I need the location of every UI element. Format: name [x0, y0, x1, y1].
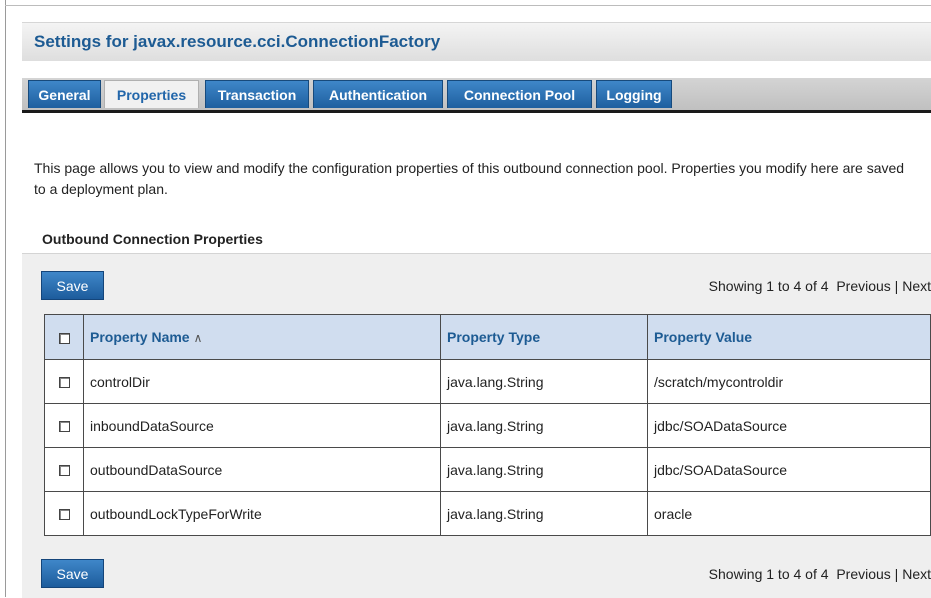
page-description: This page allows you to view and modify …: [34, 160, 905, 197]
tab-properties[interactable]: Properties: [104, 80, 199, 108]
row-checkbox[interactable]: [58, 465, 70, 477]
select-all-cell: [44, 314, 84, 360]
page-title: Settings for javax.resource.cci.Connecti…: [34, 32, 441, 51]
property-value-cell: jdbc/SOADataSource: [647, 403, 931, 448]
pagination-separator: |: [894, 566, 899, 582]
column-label-property-name: Property Name: [90, 329, 190, 345]
row-select-cell: [44, 359, 84, 404]
table-row: inboundDataSource java.lang.String jdbc/…: [44, 403, 931, 448]
previous-link[interactable]: Previous: [836, 278, 890, 294]
column-header-property-name[interactable]: Property Name ∧: [83, 314, 441, 360]
next-link[interactable]: Next: [902, 566, 931, 582]
tab-authentication[interactable]: Authentication: [313, 80, 443, 108]
column-label-property-type: Property Type: [447, 329, 541, 345]
sort-ascending-icon[interactable]: ∧: [194, 331, 203, 345]
property-name-cell: inboundDataSource: [83, 403, 441, 448]
pagination-status: Showing 1 to 4 of 4: [708, 566, 829, 582]
table-row: outboundLockTypeForWrite java.lang.Strin…: [44, 491, 931, 536]
select-all-checkbox[interactable]: [58, 332, 70, 344]
pagination-separator: |: [894, 278, 899, 294]
tab-logging[interactable]: Logging: [596, 80, 672, 108]
table-header-row: Property Name ∧ Property Type Property Va…: [44, 314, 931, 360]
property-name-cell: controlDir: [83, 359, 441, 404]
tab-transaction[interactable]: Transaction: [205, 80, 309, 108]
window-border-top: [5, 5, 931, 6]
tab-general[interactable]: General: [28, 80, 101, 108]
section-title: Outbound Connection Properties: [42, 231, 263, 247]
save-button-bottom[interactable]: Save: [41, 559, 104, 588]
next-link[interactable]: Next: [902, 278, 931, 294]
property-value-cell: /scratch/mycontroldir: [647, 359, 931, 404]
row-checkbox[interactable]: [58, 377, 70, 389]
column-header-property-type[interactable]: Property Type: [440, 314, 648, 360]
tab-connection-pool[interactable]: Connection Pool: [447, 80, 592, 108]
property-value-cell: oracle: [647, 491, 931, 536]
row-select-cell: [44, 491, 84, 536]
save-button-top[interactable]: Save: [41, 271, 104, 300]
table-row: outboundDataSource java.lang.String jdbc…: [44, 447, 931, 492]
property-value-cell: jdbc/SOADataSource: [647, 447, 931, 492]
property-type-cell: java.lang.String: [440, 491, 648, 536]
property-type-cell: java.lang.String: [440, 359, 648, 404]
column-header-property-value[interactable]: Property Value: [647, 314, 931, 360]
property-type-cell: java.lang.String: [440, 447, 648, 492]
table-row: controlDir java.lang.String /scratch/myc…: [44, 359, 931, 404]
previous-link[interactable]: Previous: [836, 566, 890, 582]
property-name-cell: outboundLockTypeForWrite: [83, 491, 441, 536]
properties-table: Property Name ∧ Property Type Property Va…: [44, 314, 931, 536]
pagination-status: Showing 1 to 4 of 4: [708, 278, 829, 294]
property-type-cell: java.lang.String: [440, 403, 648, 448]
title-bar: Settings for javax.resource.cci.Connecti…: [22, 22, 931, 61]
row-checkbox[interactable]: [58, 421, 70, 433]
column-label-property-value: Property Value: [654, 329, 753, 345]
pagination-bottom: Showing 1 to 4 of 4 Previous | Next: [709, 566, 931, 582]
row-checkbox[interactable]: [58, 509, 70, 521]
pagination-top: Showing 1 to 4 of 4 Previous | Next: [709, 278, 931, 294]
row-select-cell: [44, 403, 84, 448]
row-select-cell: [44, 447, 84, 492]
tab-bar: General Properties Transaction Authentic…: [22, 78, 931, 113]
property-name-cell: outboundDataSource: [83, 447, 441, 492]
window-border-left: [5, 0, 6, 597]
